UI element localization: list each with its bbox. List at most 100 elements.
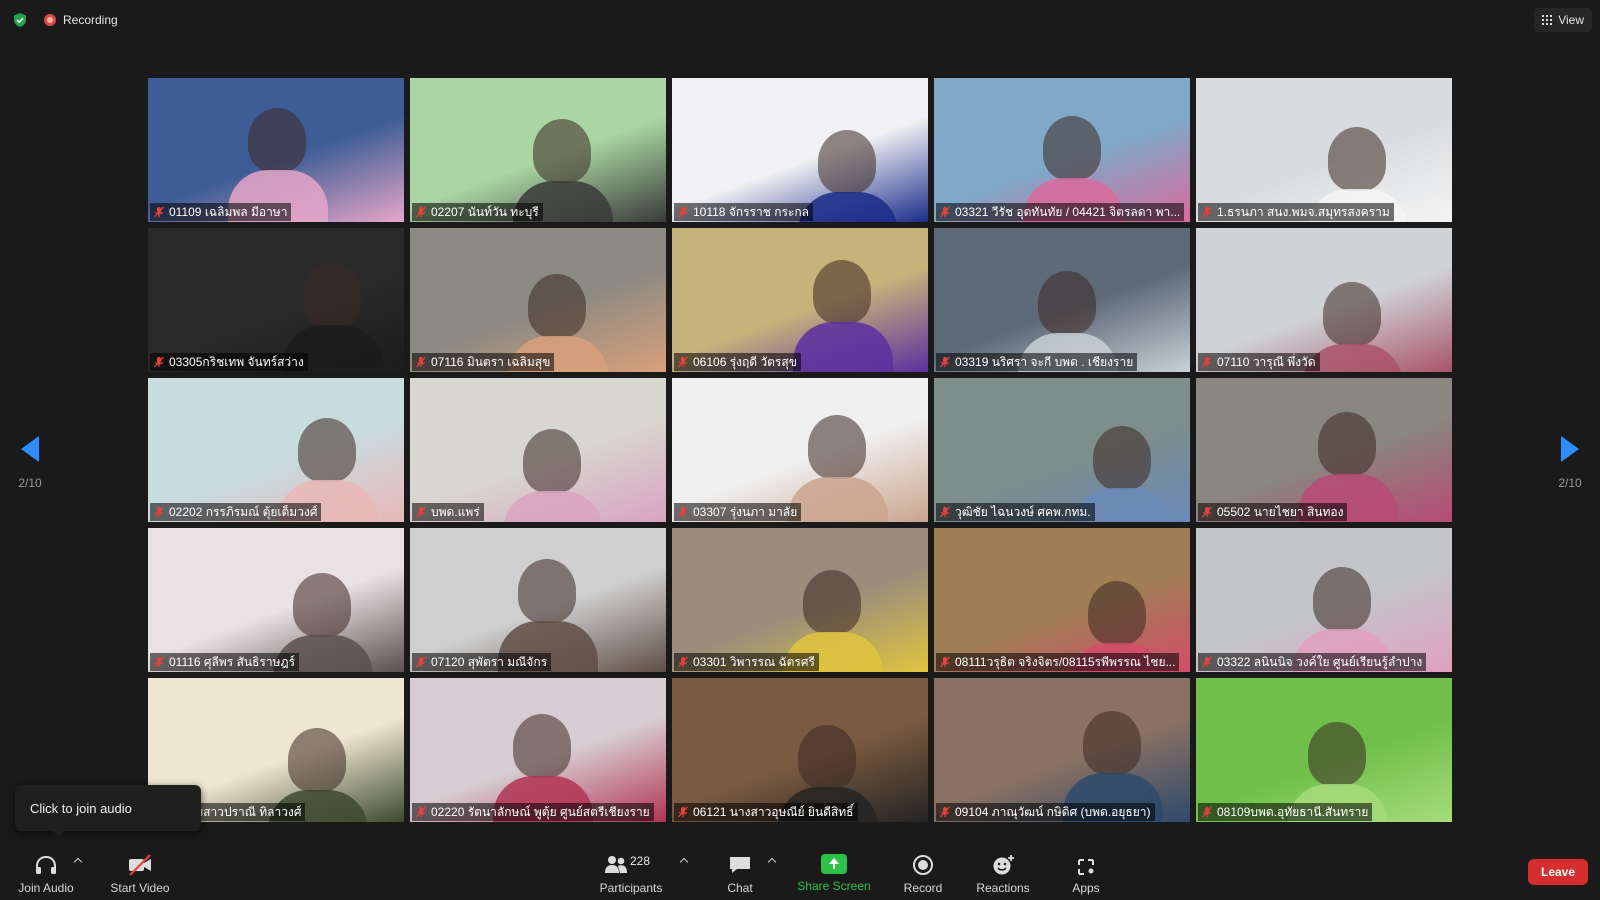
participant-name-tag: 07116 มินตรา เฉลิมสุข: [412, 353, 555, 371]
participant-video-tile[interactable]: 1.ธรนภา สนง.พมจ.สมุทรสงคราม: [1196, 78, 1452, 222]
mic-muted-icon: [678, 506, 688, 518]
mic-muted-icon: [940, 356, 950, 368]
next-page-nav[interactable]: 2/10: [1550, 436, 1590, 490]
participant-video-tile[interactable]: 07120 สุพัตรา มณีจักร: [410, 528, 666, 672]
participant-video-tile[interactable]: 03322 ลนินนิจ วงค์ใย ศูนย์เรียนรู้ลำปาง: [1196, 528, 1452, 672]
participants-label: Participants: [599, 881, 663, 895]
participant-silhouette: [1093, 426, 1151, 490]
participant-video-tile[interactable]: 08109บพด.อุทัยธานี.สันทราย: [1196, 678, 1452, 822]
participant-name: บพด.แพร่: [431, 504, 480, 519]
mic-muted-icon: [1202, 806, 1212, 818]
participant-silhouette: [303, 263, 361, 327]
participants-options-caret-icon[interactable]: [680, 856, 688, 864]
participant-video-tile[interactable]: 10118 จักรราช กระกล: [672, 78, 928, 222]
page-indicator-left: 2/10: [18, 476, 42, 490]
participant-silhouette: [1038, 271, 1096, 335]
participant-video-tile[interactable]: 02202 กรรภิรมณ์ ตุ้ยเต็มวงศ์: [148, 378, 404, 522]
participant-name-tag: 09104 ภาณุวัฒน์ กษิดิศ (บพด.อยุธยา): [936, 803, 1155, 821]
participant-name: 08109บพด.อุทัยธานี.สันทราย: [1217, 804, 1369, 819]
participant-video-tile[interactable]: 05502 นายไชยา สินทอง: [1196, 378, 1452, 522]
meeting-controls-toolbar: Join Audio Start Video 228 Participants …: [0, 840, 1600, 900]
video-gallery-grid: 01109 เฉลิมพล มีอาษา 02207 นันท์วัน ทะบุ…: [148, 78, 1452, 822]
join-audio-button[interactable]: Join Audio: [14, 840, 78, 900]
participant-silhouette: [1083, 711, 1141, 775]
mic-muted-icon: [154, 656, 164, 668]
participant-video-tile[interactable]: 07110 วารุณี พึ่งวัด: [1196, 228, 1452, 372]
participant-silhouette: [248, 108, 306, 172]
previous-page-nav[interactable]: 2/10: [10, 436, 50, 490]
apps-label: Apps: [1072, 881, 1100, 895]
participant-video-tile[interactable]: 07116 มินตรา เฉลิมสุข: [410, 228, 666, 372]
participant-name-tag: 07110 วารุณี พึ่งวัด: [1198, 353, 1320, 371]
participant-name-tag: 08109บพด.อุทัยธานี.สันทราย: [1198, 803, 1373, 821]
share-screen-label: Share Screen: [797, 879, 871, 893]
chat-button[interactable]: Chat: [717, 840, 763, 900]
participant-name-tag: บพด.แพร่: [412, 503, 484, 521]
participant-video-tile[interactable]: 03305กริชเทพ จันทร์สว่าง: [148, 228, 404, 372]
participant-video-tile[interactable]: 06121 นางสาวอุษณีย์ ยินดีสิทธิ์: [672, 678, 928, 822]
mic-muted-icon: [940, 506, 950, 518]
chat-options-caret-icon[interactable]: [768, 856, 776, 864]
recording-indicator[interactable]: Recording: [44, 12, 118, 28]
participant-name-tag: 02220 รัตนาลักษณ์ พูตุ้ย ศูนย์สตรีเชียงร…: [412, 803, 654, 821]
participant-name-tag: 06106 รุ่งฤดี วัตรสุข: [674, 353, 801, 371]
participant-silhouette: [803, 570, 861, 634]
participants-icon: [605, 856, 627, 873]
record-icon: [913, 855, 933, 875]
audio-options-caret-icon[interactable]: [74, 856, 82, 864]
grid-view-icon: [1542, 15, 1553, 25]
participant-video-tile[interactable]: 08111วรุธิต จริงจิตร/08115รพีพรรณ ไชย...: [934, 528, 1190, 672]
participant-video-tile[interactable]: 03307 รุ่งนภา มาลัย: [672, 378, 928, 522]
participant-name: วุฒิชัย ไฉนวงษ์ ศคพ.กทม.: [955, 504, 1091, 519]
mic-muted-icon: [416, 806, 426, 818]
chat-bubble-icon: [730, 857, 750, 873]
participant-name: 05502 นายไชยา สินทอง: [1217, 504, 1344, 519]
participant-video-tile[interactable]: 01109 เฉลิมพล มีอาษา: [148, 78, 404, 222]
participants-button[interactable]: 228 Participants: [596, 840, 666, 900]
participant-silhouette: [518, 559, 576, 623]
participant-video-tile[interactable]: 02207 นันท์วัน ทะบุรี: [410, 78, 666, 222]
share-screen-button[interactable]: Share Screen: [796, 840, 872, 900]
start-video-label: Start Video: [110, 881, 170, 895]
participant-name: 07120 สุพัตรา มณีจักร: [431, 654, 548, 669]
participant-name: 07110 วารุณี พึ่งวัด: [1217, 354, 1316, 369]
participant-name-tag: 01109 เฉลิมพล มีอาษา: [150, 203, 292, 221]
video-feed: [672, 78, 928, 222]
meeting-top-bar: Recording View: [0, 0, 1600, 40]
record-button[interactable]: Record: [898, 840, 948, 900]
previous-page-arrow-icon[interactable]: [21, 436, 39, 462]
view-label: View: [1558, 13, 1584, 27]
leave-button[interactable]: Leave: [1528, 859, 1588, 885]
shield-check-icon[interactable]: [12, 12, 28, 28]
mic-muted-icon: [416, 356, 426, 368]
participant-name-tag: 10118 จักรราช กระกล: [674, 203, 813, 221]
participant-video-tile[interactable]: 03319 นริศรา จะกี บพด . เชียงราย: [934, 228, 1190, 372]
participant-name: 01116 ศุลีพร สันธิราษฎร์: [169, 654, 296, 669]
record-label: Record: [903, 881, 943, 895]
participant-name-tag: 02202 กรรภิรมณ์ ตุ้ยเต็มวงศ์: [150, 503, 322, 521]
participant-silhouette: [1088, 581, 1146, 645]
participant-video-tile[interactable]: 01116 ศุลีพร สันธิราษฎร์: [148, 528, 404, 672]
apps-button[interactable]: Apps: [1066, 840, 1106, 900]
participant-video-tile[interactable]: 06106 รุ่งฤดี วัตรสุข: [672, 228, 928, 372]
participant-video-tile[interactable]: 03301 วิพารรณ ฉัตรศรี: [672, 528, 928, 672]
participant-video-tile[interactable]: 02220 รัตนาลักษณ์ พูตุ้ย ศูนย์สตรีเชียงร…: [410, 678, 666, 822]
mic-muted-icon: [940, 206, 950, 218]
participant-name-tag: 03322 ลนินนิจ วงค์ใย ศูนย์เรียนรู้ลำปาง: [1198, 653, 1427, 671]
participant-silhouette: [288, 728, 346, 792]
participant-name: 02202 กรรภิรมณ์ ตุ้ยเต็มวงศ์: [169, 504, 318, 519]
reactions-button[interactable]: Reactions: [972, 840, 1034, 900]
apps-icon: [1078, 859, 1094, 875]
participant-video-tile[interactable]: วุฒิชัย ไฉนวงษ์ ศคพ.กทม.: [934, 378, 1190, 522]
participant-name-tag: 1.ธรนภา สนง.พมจ.สมุทรสงคราม: [1198, 203, 1394, 221]
participant-video-tile[interactable]: 09104 ภาณุวัฒน์ กษิดิศ (บพด.อยุธยา): [934, 678, 1190, 822]
participant-silhouette: [1043, 116, 1101, 180]
participant-video-tile[interactable]: 03321 วีรัช อุดทันทัย / 04421 จิตรลดา พา…: [934, 78, 1190, 222]
next-page-arrow-icon[interactable]: [1561, 436, 1579, 462]
participant-video-tile[interactable]: บพด.แพร่: [410, 378, 666, 522]
participant-name: 06106 รุ่งฤดี วัตรสุข: [693, 354, 797, 369]
participant-name: 07116 มินตรา เฉลิมสุข: [431, 354, 551, 369]
view-button[interactable]: View: [1534, 8, 1592, 32]
start-video-button[interactable]: Start Video: [106, 840, 174, 900]
participant-name: 03319 นริศรา จะกี บพด . เชียงราย: [955, 354, 1134, 369]
